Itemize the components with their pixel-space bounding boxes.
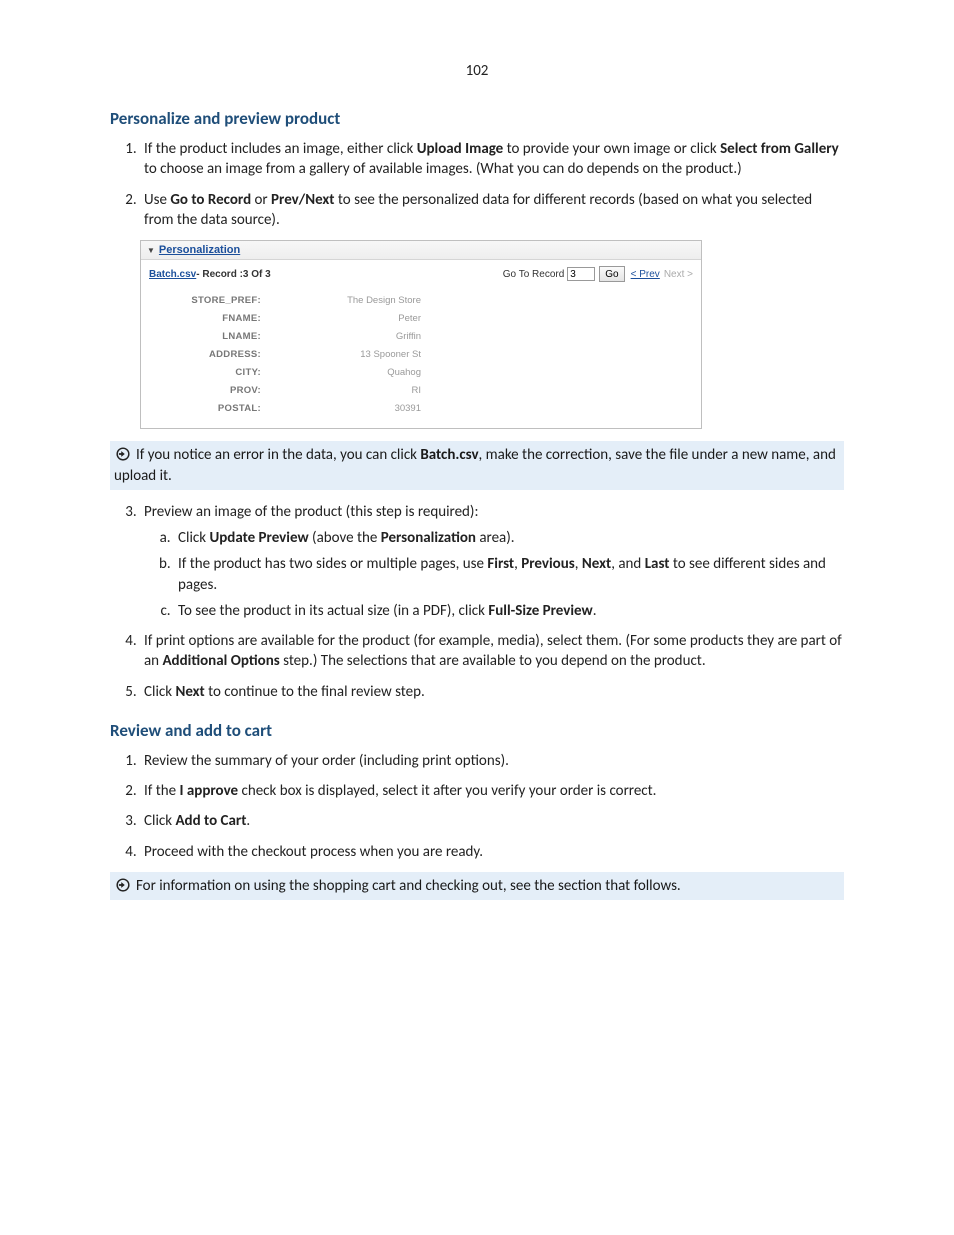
heading-review: Review and add to cart: [110, 720, 844, 741]
bold-text: Next: [175, 683, 204, 701]
bold-text: Previous: [521, 555, 575, 573]
goto-label: Go To Record: [503, 269, 565, 280]
list-item: Click Next to continue to the final revi…: [140, 682, 844, 702]
text: For information on using the shopping ca…: [136, 877, 681, 895]
text: .: [593, 602, 597, 620]
bold-text: Go to Record: [170, 191, 251, 209]
field-label: FNAME:: [141, 310, 261, 328]
field-label: ADDRESS:: [141, 346, 261, 364]
list-item: Click Update Preview (above the Personal…: [174, 528, 844, 548]
field-row: FNAME:Peter: [141, 310, 701, 328]
field-row: PROV:RI: [141, 382, 701, 400]
text: Preview an image of the product (this st…: [144, 503, 478, 521]
text: Click: [144, 812, 175, 830]
field-value: Griffin: [261, 328, 427, 346]
list-item: Review the summary of your order (includ…: [140, 751, 844, 771]
batch-csv-link[interactable]: Batch.csv: [149, 269, 196, 280]
bold-text: Select from Gallery: [720, 140, 839, 158]
field-row: ADDRESS:13 Spooner St: [141, 346, 701, 364]
field-label: CITY:: [141, 364, 261, 382]
list-item: Proceed with the checkout process when y…: [140, 842, 844, 862]
field-value: 13 Spooner St: [261, 346, 427, 364]
text: If the product includes an image, either…: [144, 140, 417, 158]
text: Click: [178, 529, 209, 547]
list-item: Preview an image of the product (this st…: [140, 502, 844, 621]
bold-text: First: [487, 555, 514, 573]
field-label: PROV:: [141, 382, 261, 400]
field-value: Peter: [261, 310, 427, 328]
text: If the product has two sides or multiple…: [178, 555, 487, 573]
bold-text: Additional Options: [162, 652, 279, 670]
bold-text: Upload Image: [417, 140, 504, 158]
list-item: To see the product in its actual size (i…: [174, 601, 844, 621]
list-item: If the product includes an image, either…: [140, 139, 844, 180]
ordered-list-1: If the product includes an image, either…: [110, 139, 844, 230]
text: If the: [144, 782, 180, 800]
text: , and: [611, 555, 644, 573]
bold-text: I approve: [180, 782, 239, 800]
bold-text: Last: [645, 555, 670, 573]
note-callout: For information on using the shopping ca…: [110, 872, 844, 900]
list-item: Use Go to Record or Prev/Next to see the…: [140, 190, 844, 231]
bold-text: Next: [582, 555, 611, 573]
list-item: If print options are available for the p…: [140, 631, 844, 672]
heading-personalize: Personalize and preview product: [110, 108, 844, 129]
text: to choose an image from a gallery of ava…: [144, 160, 742, 178]
text: Click: [144, 683, 175, 701]
panel-title: Personalization: [159, 244, 240, 256]
panel-toolbar: Batch.csv - Record :3 Of 3 Go To Record …: [141, 260, 701, 288]
text: to continue to the final review step.: [205, 683, 425, 701]
field-row: CITY:Quahog: [141, 364, 701, 382]
field-row: STORE_PREF:The Design Store: [141, 292, 701, 310]
next-link-disabled: Next >: [664, 269, 693, 280]
list-item: If the product has two sides or multiple…: [174, 554, 844, 595]
page-number: 102: [110, 62, 844, 80]
field-label: STORE_PREF:: [141, 292, 261, 310]
personalization-panel: ▼ Personalization Batch.csv - Record :3 …: [140, 240, 702, 429]
collapse-icon: ▼: [147, 246, 155, 255]
panel-header[interactable]: ▼ Personalization: [141, 241, 701, 260]
text: If you notice an error in the data, you …: [136, 446, 420, 464]
record-text: - Record :3 Of 3: [196, 269, 270, 280]
field-label: POSTAL:: [141, 400, 261, 418]
text: Use: [144, 191, 170, 209]
ordered-list-1b: Preview an image of the product (this st…: [110, 502, 844, 702]
field-value: The Design Store: [261, 292, 427, 310]
lettered-list: Click Update Preview (above the Personal…: [144, 528, 844, 621]
go-button[interactable]: Go: [599, 266, 624, 282]
text: area).: [476, 529, 515, 547]
list-item: Click Add to Cart.: [140, 811, 844, 831]
field-value: 30391: [261, 400, 427, 418]
list-item: If the I approve check box is displayed,…: [140, 781, 844, 801]
field-list: STORE_PREF:The Design Store FNAME:Peter …: [141, 288, 701, 428]
bold-text: Full-Size Preview: [488, 602, 592, 620]
text: To see the product in its actual size (i…: [178, 602, 488, 620]
arrow-right-circle-icon: [114, 878, 132, 892]
text: to provide your own image or click: [503, 140, 720, 158]
text: (above the: [309, 529, 381, 547]
field-label: LNAME:: [141, 328, 261, 346]
bold-text: Batch.csv: [420, 446, 478, 464]
text: .: [246, 812, 250, 830]
bold-text: Add to Cart: [175, 812, 246, 830]
note-callout: If you notice an error in the data, you …: [110, 441, 844, 490]
arrow-right-circle-icon: [114, 447, 132, 461]
text: or: [251, 191, 271, 209]
page: 102 Personalize and preview product If t…: [0, 0, 954, 1235]
field-value: Quahog: [261, 364, 427, 382]
field-row: LNAME:Griffin: [141, 328, 701, 346]
bold-text: Update Preview: [209, 529, 308, 547]
goto-record-input[interactable]: [567, 267, 595, 281]
field-value: RI: [261, 382, 427, 400]
prev-link[interactable]: < Prev: [631, 269, 660, 280]
ordered-list-2: Review the summary of your order (includ…: [110, 751, 844, 862]
text: step.) The selections that are available…: [280, 652, 706, 670]
text: check box is displayed, select it after …: [238, 782, 656, 800]
bold-text: Prev/Next: [271, 191, 334, 209]
field-row: POSTAL:30391: [141, 400, 701, 418]
bold-text: Personalization: [381, 529, 476, 547]
text: ,: [575, 555, 582, 573]
